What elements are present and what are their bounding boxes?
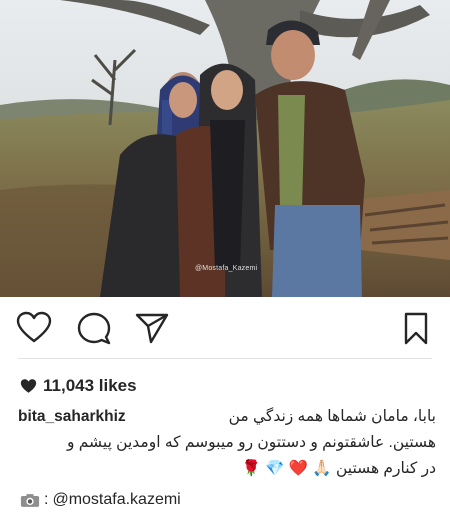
likes-label: 11,043 likes <box>43 376 137 395</box>
share-button[interactable] <box>134 311 170 345</box>
likes-count[interactable]: 11,043 likes <box>20 376 137 396</box>
heart-outline-icon <box>16 311 52 343</box>
caption-row-1: bita_saharkhiz بابا، مامان شماها همه زند… <box>18 404 436 430</box>
post-photo[interactable]: @Mostafa_Kazemi <box>0 0 450 297</box>
comment-button[interactable] <box>76 311 112 345</box>
photo-image <box>0 0 450 297</box>
caption-line-2: هستين. عاشقتونم و دستتون رو ميبوسم كه او… <box>66 434 436 451</box>
caption-emojis: 🌹 💎 ❤️ 🙏🏻 <box>241 460 332 477</box>
credit-prefix: : <box>44 491 49 508</box>
camera-icon <box>20 493 40 507</box>
bookmark-icon <box>404 312 428 345</box>
caption-line-1: بابا، مامان شماها همه زندگي من <box>228 408 436 425</box>
post-action-bar <box>0 297 450 359</box>
paper-plane-icon <box>135 313 169 344</box>
post-username[interactable]: bita_saharkhiz <box>18 404 126 430</box>
action-divider <box>18 358 432 359</box>
like-button[interactable] <box>16 311 52 345</box>
caption-line-3-text: در كنارم هستين <box>335 460 436 477</box>
heart-filled-icon <box>20 379 37 393</box>
credit-mention[interactable]: @mostafa.kazemi <box>52 491 180 509</box>
comment-bubble-icon <box>77 312 111 345</box>
post-caption: bita_saharkhiz بابا، مامان شماها همه زند… <box>18 404 436 482</box>
save-button[interactable] <box>398 311 434 345</box>
photo-credit: : @mostafa.kazemi <box>20 491 181 509</box>
photo-watermark: @Mostafa_Kazemi <box>195 265 258 272</box>
caption-row-3: در كنارم هستين 🌹 💎 ❤️ 🙏🏻 <box>18 456 436 482</box>
